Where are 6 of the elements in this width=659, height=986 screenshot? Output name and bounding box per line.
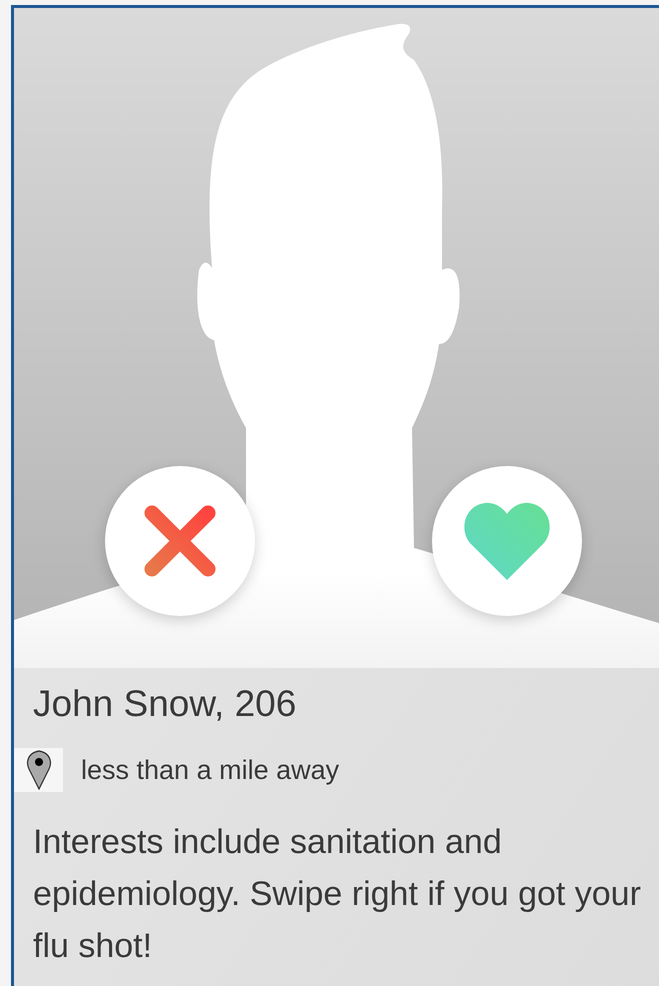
profile-name: John Snow, 206 — [33, 682, 296, 726]
location-pin-icon — [26, 750, 52, 790]
close-icon — [142, 503, 218, 579]
bio-text: Interests include sanitation and epidemiology. Swipe right if you got your flu shot! — [33, 822, 642, 967]
distance-text: less than a mile away — [81, 754, 340, 787]
heart-icon — [463, 502, 551, 580]
